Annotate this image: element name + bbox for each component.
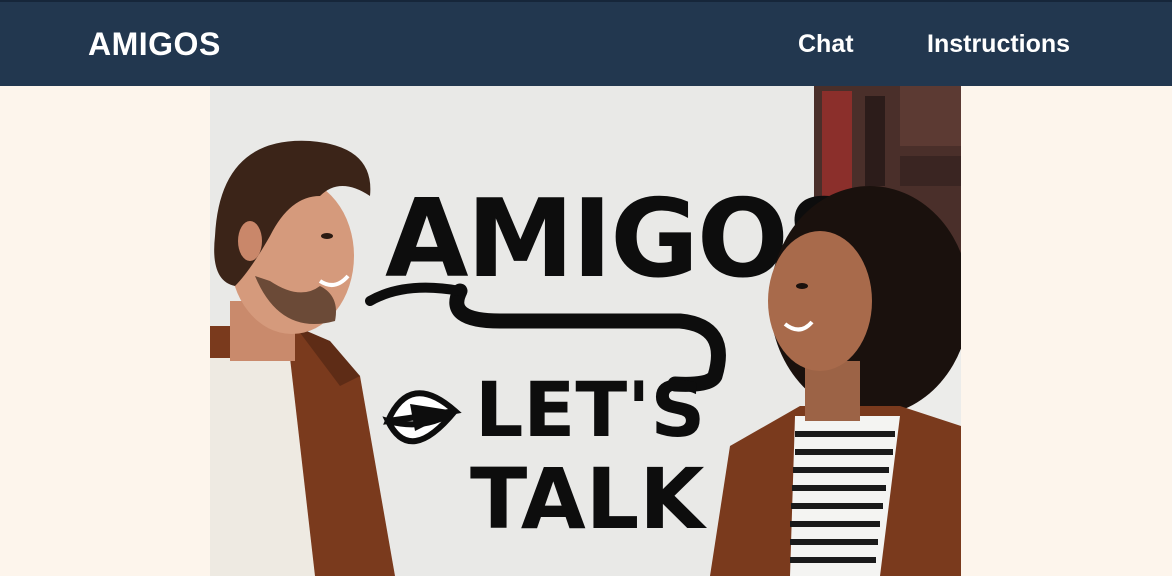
nav-link-chat[interactable]: Chat — [798, 30, 854, 59]
top-navbar: AMIGOS Chat Instructions — [0, 0, 1172, 86]
sign-line1-text: LET'S — [475, 365, 705, 454]
hero-image: AMIGOS LET'S TALK — [210, 86, 961, 576]
brand-logo-link[interactable]: AMIGOS — [88, 26, 221, 63]
sign-line2-text: TALK — [470, 450, 707, 548]
nav-link-instructions[interactable]: Instructions — [927, 30, 1070, 59]
